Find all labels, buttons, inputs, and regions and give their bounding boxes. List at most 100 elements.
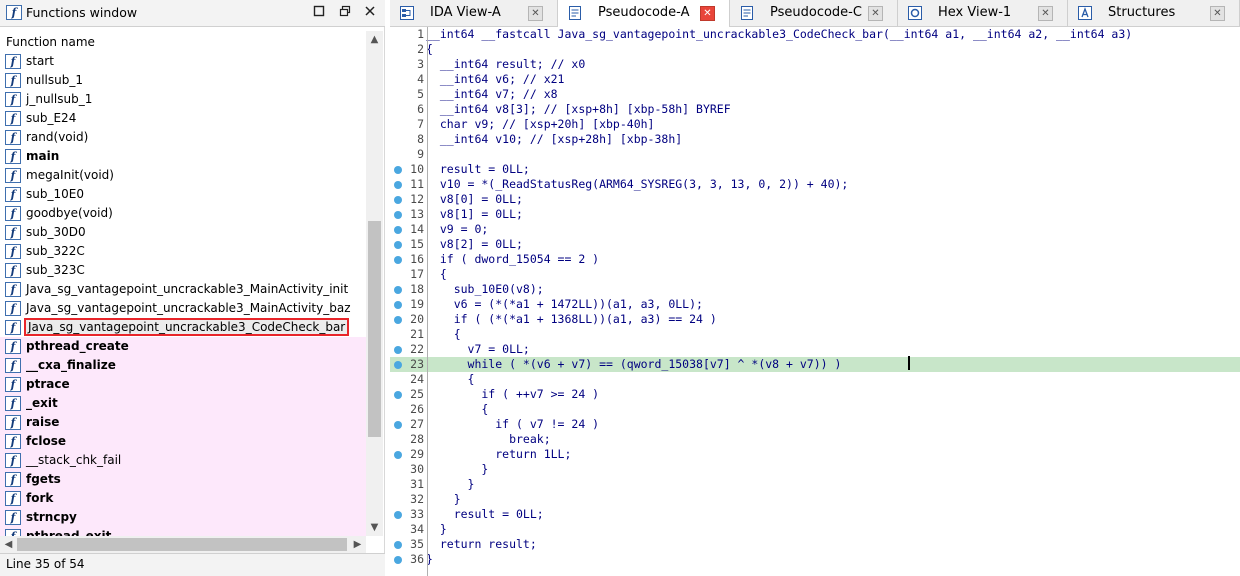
code-line[interactable]: 29 return 1LL; [390, 447, 1240, 462]
function-item[interactable]: f sub_E24 [0, 109, 366, 128]
code-line[interactable]: 16 if ( dword_15054 == 2 ) [390, 252, 1240, 267]
close-icon[interactable] [362, 5, 378, 21]
code-line[interactable]: 36} [390, 552, 1240, 567]
code-line[interactable]: 24 { [390, 372, 1240, 387]
function-item[interactable]: f j_nullsub_1 [0, 90, 366, 109]
tab-close-icon[interactable]: ✕ [528, 6, 543, 21]
code-line[interactable]: 28 break; [390, 432, 1240, 447]
code-line[interactable]: 17 { [390, 267, 1240, 282]
function-item[interactable]: f sub_323C [0, 261, 366, 280]
function-item[interactable]: f fork [0, 489, 366, 508]
tab-hex-view-1[interactable]: Hex View-1 ✕ [898, 0, 1068, 27]
code-line[interactable]: 31 } [390, 477, 1240, 492]
function-item[interactable]: f main [0, 147, 366, 166]
tab-ida-view-a[interactable]: IDA View-A ✕ [390, 0, 558, 27]
breakpoint-dot-icon[interactable] [394, 256, 402, 264]
function-item[interactable]: f __cxa_finalize [0, 356, 366, 375]
code-line[interactable]: 12 v8[0] = 0LL; [390, 192, 1240, 207]
scroll-down-icon[interactable]: ▼ [366, 519, 383, 536]
function-item[interactable]: f megaInit(void) [0, 166, 366, 185]
code-line[interactable]: 34 } [390, 522, 1240, 537]
code-line[interactable]: 20 if ( (*(*a1 + 1368LL))(a1, a3) == 24 … [390, 312, 1240, 327]
breakpoint-dot-icon[interactable] [394, 286, 402, 294]
code-line[interactable]: 10 result = 0LL; [390, 162, 1240, 177]
tab-close-icon[interactable]: ✕ [868, 6, 883, 21]
pseudocode-view[interactable]: 1 __int64 __fastcall Java_sg_vantagepoint… [390, 27, 1240, 576]
float-window-icon[interactable] [337, 5, 353, 21]
code-line[interactable]: 25 if ( ++v7 >= 24 ) [390, 387, 1240, 402]
tab-structures[interactable]: Structures ✕ [1068, 0, 1240, 27]
code-line[interactable]: 18 sub_10E0(v8); [390, 282, 1240, 297]
function-item[interactable]: f fclose [0, 432, 366, 451]
functions-horizontal-scrollbar[interactable]: ◀ ▶ [0, 536, 366, 553]
breakpoint-dot-icon[interactable] [394, 511, 402, 519]
function-item-selected[interactable]: f Java_sg_vantagepoint_uncrackable3_CodeC… [0, 318, 366, 337]
functions-vertical-scrollbar[interactable]: ▲ ▼ [366, 31, 383, 536]
code-line[interactable]: 19 v6 = (*(*a1 + 1472LL))(a1, a3, 0LL); [390, 297, 1240, 312]
maximize-icon[interactable] [311, 5, 327, 21]
code-line[interactable]: 2{ [390, 42, 1240, 57]
code-line[interactable]: 9 [390, 147, 1240, 162]
tab-close-icon[interactable]: ✕ [1038, 6, 1053, 21]
breakpoint-dot-icon[interactable] [394, 181, 402, 189]
code-line[interactable]: 6 __int64 v8[3]; // [xsp+8h] [xbp-58h] B… [390, 102, 1240, 117]
breakpoint-dot-icon[interactable] [394, 541, 402, 549]
breakpoint-dot-icon[interactable] [394, 166, 402, 174]
breakpoint-dot-icon[interactable] [394, 421, 402, 429]
function-item[interactable]: f pthread_create [0, 337, 366, 356]
code-line[interactable]: 8 __int64 v10; // [xsp+28h] [xbp-38h] [390, 132, 1240, 147]
breakpoint-dot-icon[interactable] [394, 346, 402, 354]
function-item[interactable]: f pthread_exit [0, 527, 366, 536]
scrollbar-thumb[interactable] [368, 221, 381, 437]
function-item[interactable]: f strncpy [0, 508, 366, 527]
breakpoint-dot-icon[interactable] [394, 301, 402, 309]
code-line[interactable]: 30 } [390, 462, 1240, 477]
scroll-right-icon[interactable]: ▶ [349, 536, 366, 553]
function-item[interactable]: f sub_322C [0, 242, 366, 261]
function-item[interactable]: f fgets [0, 470, 366, 489]
scroll-left-icon[interactable]: ◀ [0, 536, 17, 553]
breakpoint-dot-icon[interactable] [394, 451, 402, 459]
breakpoint-dot-icon[interactable] [394, 361, 402, 369]
function-item[interactable]: f _exit [0, 394, 366, 413]
scrollbar-thumb[interactable] [17, 538, 347, 551]
tab-pseudocode-c[interactable]: Pseudocode-C ✕ [730, 0, 898, 27]
breakpoint-dot-icon[interactable] [394, 196, 402, 204]
breakpoint-dot-icon[interactable] [394, 226, 402, 234]
function-item[interactable]: f raise [0, 413, 366, 432]
code-line[interactable]: 33 result = 0LL; [390, 507, 1240, 522]
code-line-current[interactable]: 23 while ( *(v6 + v7) == (qword_15038[v7… [390, 357, 1240, 372]
tab-pseudocode-a[interactable]: Pseudocode-A ✕ [558, 0, 730, 28]
function-item[interactable]: f Java_sg_vantagepoint_uncrackable3_MainA… [0, 299, 366, 318]
column-header-function-name[interactable]: Function name [0, 31, 366, 53]
breakpoint-dot-icon[interactable] [394, 241, 402, 249]
code-line[interactable]: 4 __int64 v6; // x21 [390, 72, 1240, 87]
code-line[interactable]: 11 v10 = *(_ReadStatusReg(ARM64_SYSREG(3… [390, 177, 1240, 192]
code-line[interactable]: 3 __int64 result; // x0 [390, 57, 1240, 72]
function-item[interactable]: f start [0, 52, 366, 71]
code-line[interactable]: 27 if ( v7 != 24 ) [390, 417, 1240, 432]
function-item[interactable]: f rand(void) [0, 128, 366, 147]
breakpoint-dot-icon[interactable] [394, 556, 402, 564]
function-item[interactable]: f Java_sg_vantagepoint_uncrackable3_MainA… [0, 280, 366, 299]
code-line[interactable]: 35 return result; [390, 537, 1240, 552]
function-item[interactable]: f sub_10E0 [0, 185, 366, 204]
tab-close-icon[interactable]: ✕ [1210, 6, 1225, 21]
code-line[interactable]: 21 { [390, 327, 1240, 342]
scroll-up-icon[interactable]: ▲ [366, 31, 383, 48]
code-line[interactable]: 14 v9 = 0; [390, 222, 1240, 237]
tab-close-icon[interactable]: ✕ [700, 6, 715, 21]
breakpoint-dot-icon[interactable] [394, 211, 402, 219]
code-line[interactable]: 22 v7 = 0LL; [390, 342, 1240, 357]
code-line[interactable]: 13 v8[1] = 0LL; [390, 207, 1240, 222]
code-line[interactable]: 32 } [390, 492, 1240, 507]
code-line[interactable]: 7 char v9; // [xsp+20h] [xbp-40h] [390, 117, 1240, 132]
function-item[interactable]: f sub_30D0 [0, 223, 366, 242]
code-line[interactable]: 26 { [390, 402, 1240, 417]
function-item[interactable]: f __stack_chk_fail [0, 451, 366, 470]
function-item[interactable]: f goodbye(void) [0, 204, 366, 223]
function-item[interactable]: f nullsub_1 [0, 71, 366, 90]
code-line[interactable]: 5 __int64 v7; // x8 [390, 87, 1240, 102]
breakpoint-dot-icon[interactable] [394, 316, 402, 324]
function-item[interactable]: f ptrace [0, 375, 366, 394]
